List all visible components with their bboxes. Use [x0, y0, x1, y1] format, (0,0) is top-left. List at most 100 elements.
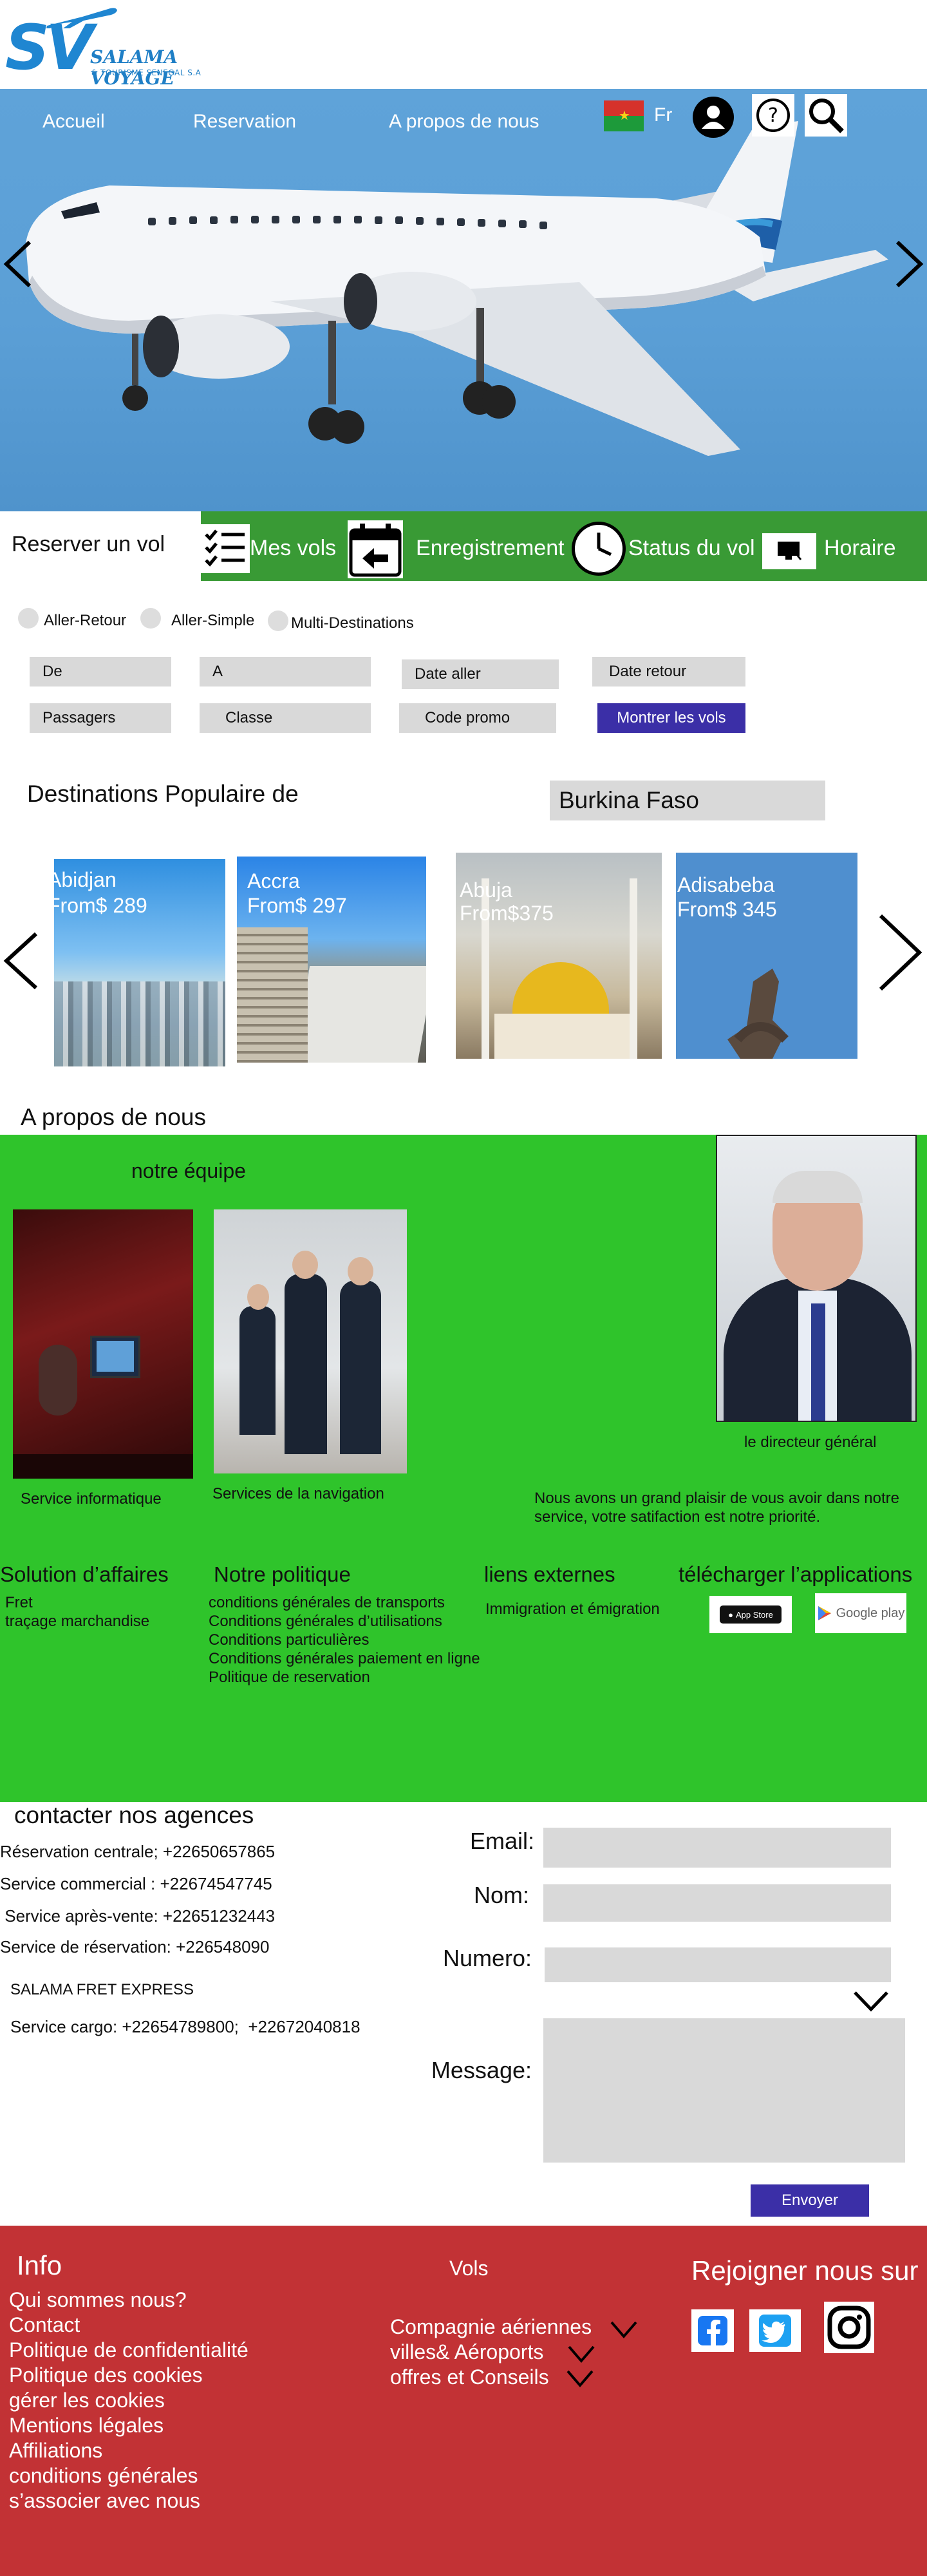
tab-enregistrement[interactable]: Enregistrement: [416, 536, 565, 561]
class-field[interactable]: Classe: [200, 703, 371, 733]
instagram-icon[interactable]: [824, 2302, 874, 2353]
footer-link[interactable]: gérer les cookies: [9, 2388, 165, 2413]
brand-tagline: & TOURISME SENEGAL S.A: [91, 68, 201, 77]
policy-item[interactable]: Politique de reservation: [209, 1668, 370, 1687]
message-field[interactable]: [543, 2018, 905, 2163]
footer-link[interactable]: Mentions légales: [9, 2413, 164, 2438]
send-button[interactable]: Envoyer: [751, 2184, 869, 2217]
logo[interactable]: SV SALAMA VOYAGE & TOURISME SENEGAL S.A: [5, 5, 237, 89]
footer-vols-link[interactable]: villes& Aéroports: [390, 2340, 543, 2365]
list-icon[interactable]: [201, 524, 250, 573]
number-field[interactable]: [545, 1947, 891, 1982]
language-label[interactable]: Fr: [654, 104, 672, 126]
director-quote: Nous avons un grand plaisir de vous avoi…: [534, 1490, 899, 1526]
monitor-icon[interactable]: [762, 533, 816, 569]
clock-icon[interactable]: [572, 522, 626, 576]
radio-label: Multi-Destinations: [291, 614, 414, 632]
chevron-right-icon[interactable]: [894, 238, 926, 290]
footer-vols-link[interactable]: Compagnie aériennes: [390, 2315, 592, 2340]
team-title: notre équipe: [131, 1159, 246, 1182]
tab-horaire[interactable]: Horaire: [824, 536, 895, 561]
about-heading: A propos de nous: [21, 1104, 206, 1130]
message-label: Message:: [431, 2057, 532, 2083]
radio-multi-destinations[interactable]: [268, 611, 288, 631]
promo-field[interactable]: Code promo: [399, 703, 556, 733]
to-field[interactable]: A: [200, 657, 371, 687]
search-icon[interactable]: [805, 94, 847, 137]
chevron-left-icon[interactable]: [1, 238, 33, 290]
team-caption-it: Service informatique: [21, 1490, 162, 1508]
facebook-icon[interactable]: [691, 2309, 734, 2352]
name-field[interactable]: [543, 1884, 891, 1922]
director-caption: le directeur général: [744, 1434, 877, 1451]
destination-card-adisabeba[interactable]: Adisabeba From$ 345: [676, 853, 857, 1059]
footer-link[interactable]: Politique de confidentialité: [9, 2338, 248, 2363]
destination-card-accra[interactable]: Accra From$ 297: [237, 857, 426, 1063]
name-label: Nom:: [473, 1882, 529, 1908]
destination-city: Accra: [247, 869, 300, 893]
chevron-down-icon[interactable]: [609, 2320, 639, 2339]
tab-status-du-vol[interactable]: Status du vol: [628, 536, 755, 561]
radio-aller-simple[interactable]: [140, 608, 161, 629]
col-apps-title: télécharger l’applications: [679, 1562, 913, 1586]
chevron-down-icon[interactable]: [852, 1990, 890, 2012]
fret-title: SALAMA FRET EXPRESS: [10, 1981, 194, 1998]
calendar-icon[interactable]: [348, 520, 403, 578]
footer-link[interactable]: Contact: [9, 2313, 80, 2338]
email-field[interactable]: [543, 1828, 891, 1868]
footer-link[interactable]: s’associer avec nous: [9, 2488, 200, 2514]
logo-initials: SV: [5, 12, 93, 84]
destination-city: Abuja: [460, 878, 512, 902]
origin-select[interactable]: Burkina Faso: [550, 781, 825, 820]
business-item-tracage[interactable]: traçage marchandise: [5, 1612, 149, 1631]
google-play-label: Google play: [836, 1605, 905, 1620]
from-field[interactable]: De: [30, 657, 171, 687]
flag-burkina-icon[interactable]: ★: [604, 100, 644, 131]
page: SV SALAMA VOYAGE & TOURISME SENEGAL S.A: [0, 0, 927, 2576]
team-caption-navigation: Services de la navigation: [212, 1485, 384, 1502]
passengers-field[interactable]: Passagers: [30, 703, 171, 733]
contact-line: Réservation centrale; +22650657865: [0, 1842, 276, 1861]
policy-item[interactable]: Conditions particulières: [209, 1631, 369, 1649]
tab-mes-vols[interactable]: Mes vols: [250, 536, 336, 561]
destination-price: From$ 345: [677, 898, 777, 921]
chevron-down-icon[interactable]: [565, 2369, 595, 2388]
booking-title: Reserver un vol: [12, 532, 165, 556]
chevron-down-icon[interactable]: [566, 2344, 596, 2363]
chevron-left-icon[interactable]: [1, 930, 40, 992]
destination-card-abuja[interactable]: Abuja From$375: [456, 853, 662, 1059]
contact-line: Service commercial : +22674547745: [0, 1874, 272, 1893]
policy-item[interactable]: Conditions générales d’utilisations: [209, 1612, 442, 1631]
help-icon[interactable]: ?: [752, 94, 794, 137]
footer-link[interactable]: Politique des cookies: [9, 2363, 203, 2388]
director-photo: [716, 1135, 917, 1422]
app-store-badge[interactable]: ● App Store: [709, 1596, 792, 1633]
date-aller-field[interactable]: Date aller: [402, 659, 559, 689]
footer-link[interactable]: conditions générales: [9, 2463, 198, 2488]
team-photo-navigation: [214, 1209, 407, 1473]
footer-vols-title: Vols: [449, 2257, 489, 2280]
google-play-icon: [818, 1606, 831, 1620]
show-flights-button[interactable]: Montrer les vols: [597, 703, 745, 733]
footer-link[interactable]: Qui sommes nous?: [9, 2287, 187, 2313]
nav-reservation[interactable]: Reservation: [193, 111, 296, 133]
radio-aller-retour[interactable]: [18, 608, 39, 629]
footer-vols-link[interactable]: offres et Conseils: [390, 2365, 549, 2390]
google-play-badge[interactable]: Google play: [815, 1593, 906, 1633]
footer-info-title: Info: [17, 2250, 62, 2280]
destination-card-abidjan[interactable]: Abidjan From$ 289: [54, 859, 225, 1066]
policy-item[interactable]: conditions générales de transports: [209, 1593, 445, 1612]
nav-a-propos[interactable]: A propos de nous: [389, 111, 539, 133]
user-icon[interactable]: [693, 97, 734, 138]
nav-accueil[interactable]: Accueil: [42, 111, 105, 133]
policy-item[interactable]: Conditions générales paiement en ligne: [209, 1649, 480, 1668]
chevron-right-icon[interactable]: [876, 912, 924, 993]
destination-price: From$375: [460, 902, 554, 925]
svg-text:?: ?: [768, 104, 778, 127]
twitter-icon[interactable]: [749, 2309, 801, 2352]
business-item-fret[interactable]: Fret: [5, 1593, 33, 1612]
footer-link[interactable]: Affiliations: [9, 2438, 102, 2463]
link-immigration[interactable]: Immigration et émigration: [485, 1600, 660, 1618]
contact-line: Service après-vente: +22651232443: [0, 1906, 276, 1926]
date-retour-field[interactable]: Date retour: [592, 657, 745, 687]
